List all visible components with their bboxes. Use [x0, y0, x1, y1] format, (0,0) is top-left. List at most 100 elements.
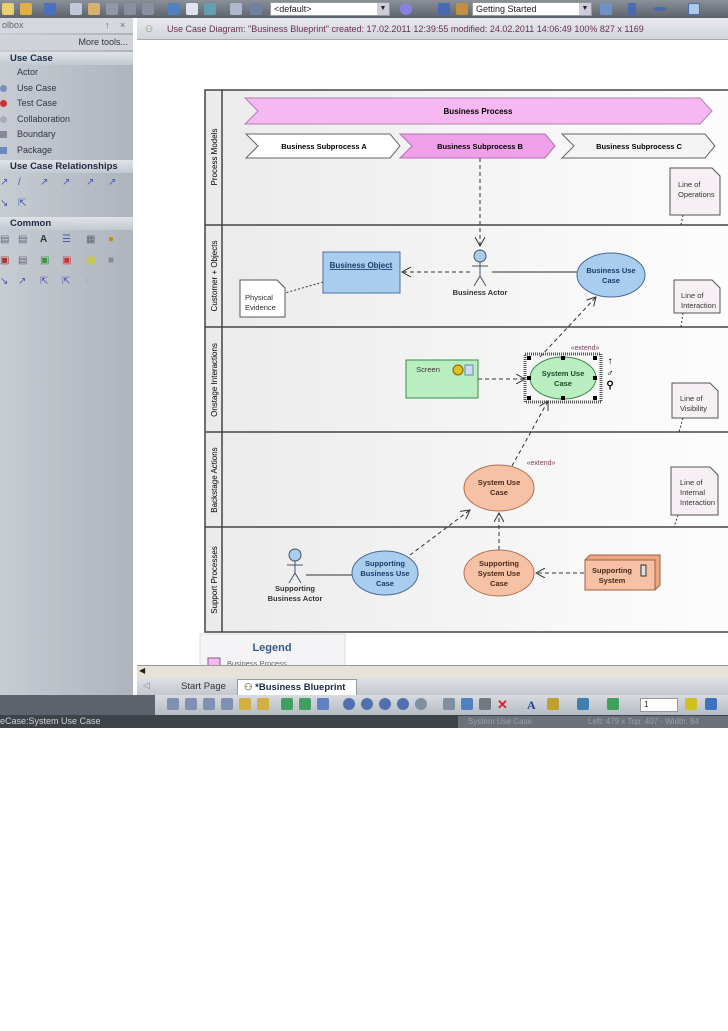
screen[interactable]: Screen [405, 359, 479, 399]
note-line-of-internal-interaction[interactable]: Line ofInternalInteraction [670, 466, 719, 516]
svg-text:Line of: Line of [680, 394, 703, 403]
business-subprocess-b[interactable]: Business Subprocess B [398, 133, 556, 159]
extend-label: «extend» [571, 345, 600, 352]
actors-icon[interactable] [443, 698, 455, 710]
tab-start-page[interactable]: Start Page [167, 679, 237, 695]
arrow-up-icon[interactable]: ↑ [608, 356, 613, 367]
forward-icon[interactable] [299, 698, 311, 710]
svg-text:Business Actor: Business Actor [453, 288, 508, 297]
svg-text:System: System [599, 576, 626, 585]
business-object[interactable]: Business Object [322, 251, 401, 294]
svg-text:Line of: Line of [681, 291, 704, 300]
legend[interactable]: Legend Business Process [199, 633, 346, 668]
lane-label-onstage: Onstage Interactions [210, 343, 219, 417]
svg-text:Line of: Line of [678, 180, 701, 189]
extend-label: «extend» [527, 460, 556, 467]
zoom-fit-icon[interactable] [379, 698, 391, 710]
align-bottom-icon[interactable] [221, 698, 233, 710]
svg-text:Business Object: Business Object [330, 261, 393, 270]
svg-text:Business Use: Business Use [360, 569, 409, 578]
search-icon[interactable]: ⚲ [606, 380, 613, 391]
font-icon[interactable]: A [527, 698, 536, 713]
bring-front-icon[interactable] [239, 698, 251, 710]
system-use-case[interactable]: System UseCase [463, 464, 535, 512]
supporting-business-use-case[interactable]: SupportingBusiness UseCase [351, 550, 419, 596]
svg-text:Visibility: Visibility [680, 404, 707, 413]
legend-title: Legend [252, 642, 291, 654]
document-icon [464, 364, 474, 376]
svg-text:System Use: System Use [478, 478, 521, 487]
subprocess-c-label: Business Subprocess C [596, 142, 682, 151]
scroll-left-icon[interactable]: ◀ [139, 666, 145, 675]
svg-text:System Use: System Use [542, 369, 585, 378]
align-left-icon[interactable] [167, 698, 179, 710]
back-icon[interactable] [281, 698, 293, 710]
note-line-of-operations[interactable]: Line ofOperations [669, 167, 721, 216]
svg-text:Interaction: Interaction [681, 301, 716, 310]
svg-text:Internal: Internal [680, 488, 705, 497]
svg-text:Case: Case [554, 379, 572, 388]
zoom-icon[interactable] [415, 698, 427, 710]
brush-icon[interactable] [479, 698, 491, 710]
note-line-of-interaction[interactable]: Line ofInteraction [673, 279, 721, 314]
diagram-toolbar: ✕ A 1 [0, 695, 728, 715]
parent-icon[interactable] [317, 698, 329, 710]
svg-text:Business Use: Business Use [586, 266, 635, 275]
supporting-system-use-case[interactable]: SupportingSystem UseCase [463, 549, 535, 597]
svg-text:Business Actor: Business Actor [268, 594, 323, 603]
lane-label-process-models: Process Models [210, 129, 219, 186]
business-process[interactable]: Business Process [243, 97, 713, 125]
subprocess-a-label: Business Subprocess A [281, 142, 367, 151]
zoom-out-icon[interactable] [361, 698, 373, 710]
note-line-of-visibility[interactable]: Line ofVisibility [671, 382, 719, 419]
send-back-icon[interactable] [257, 698, 269, 710]
properties-icon[interactable] [461, 698, 473, 710]
svg-text:Evidence: Evidence [245, 303, 276, 312]
line-color-icon[interactable] [607, 698, 619, 710]
zoom-100-icon[interactable] [397, 698, 409, 710]
lane-label-backstage: Backstage Actions [210, 447, 219, 512]
business-use-case[interactable]: Business UseCase [576, 252, 646, 298]
lane-label-customer-objects: Customer + Objects [210, 241, 219, 312]
svg-text:Physical: Physical [245, 293, 273, 302]
status-selection: eCase:System Use Case [0, 716, 101, 726]
svg-text:Supporting: Supporting [479, 559, 519, 568]
fill-color-icon[interactable] [577, 698, 589, 710]
svg-text:Screen: Screen [416, 365, 440, 374]
horizontal-scrollbar[interactable]: ◀ [137, 665, 728, 678]
component-icon [640, 564, 647, 577]
svg-text:Supporting: Supporting [275, 584, 315, 593]
font-color-icon[interactable] [547, 698, 559, 710]
business-process-label: Business Process [444, 107, 513, 116]
align-right-icon[interactable] [185, 698, 197, 710]
line-width-stepper[interactable]: 1 [640, 698, 678, 712]
svg-text:Interaction: Interaction [680, 498, 715, 507]
note-physical-evidence[interactable]: PhysicalEvidence [239, 279, 286, 318]
tab-scroll-left-icon[interactable]: ◁ [143, 680, 150, 691]
line-width-value: 1 [644, 700, 649, 709]
gear-icon [452, 364, 464, 376]
link-icon[interactable]: ♂ [606, 368, 614, 379]
format-painter-icon[interactable] [685, 698, 697, 710]
svg-text:Supporting: Supporting [592, 566, 632, 575]
subprocess-b-label: Business Subprocess B [437, 142, 523, 151]
align-top-icon[interactable] [203, 698, 215, 710]
supporting-system[interactable]: SupportingSystem [584, 554, 661, 591]
svg-text:Line of: Line of [680, 478, 703, 487]
status-element: System Use Case [468, 717, 533, 726]
lane-label-support: Support Processes [210, 546, 219, 614]
delete-icon[interactable]: ✕ [497, 697, 508, 713]
svg-text:Operations: Operations [678, 190, 715, 199]
tab-label: *Business Blueprint [255, 682, 346, 693]
svg-text:Case: Case [602, 276, 620, 285]
status-element-panel: System Use Case Left: 479 x Top: 407 - Wi… [458, 716, 728, 728]
status-position: Left: 479 x Top: 407 - Width: 84 [588, 717, 700, 726]
diagram-tabs: ◁ Start Page ⚇ *Business Blueprint [137, 678, 728, 695]
eyedropper-icon[interactable] [705, 698, 717, 710]
business-subprocess-c[interactable]: Business Subprocess C [560, 133, 716, 159]
tab-business-blueprint[interactable]: ⚇ *Business Blueprint [237, 679, 357, 695]
svg-text:Supporting: Supporting [365, 559, 405, 568]
business-subprocess-a[interactable]: Business Subprocess A [244, 133, 401, 159]
svg-text:Case: Case [376, 579, 394, 588]
zoom-in-icon[interactable] [343, 698, 355, 710]
